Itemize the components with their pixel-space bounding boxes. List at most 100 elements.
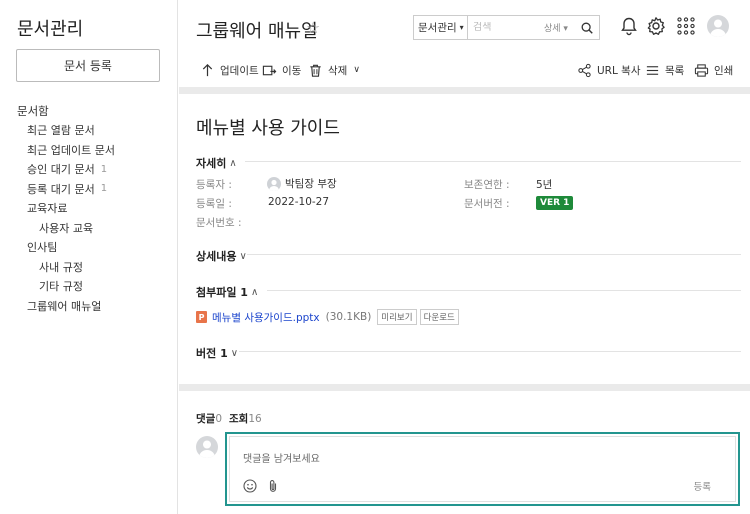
sidebar-item-label: 최근 업데이트 문서 [27, 143, 115, 157]
star-icon[interactable]: ☆ [306, 18, 320, 37]
comment-label: 댓글 [196, 413, 216, 425]
register-document-button[interactable]: 문서 등록 [16, 49, 160, 82]
sidebar-item[interactable]: 문서함 [0, 101, 178, 121]
sidebar-item-label: 등록 대기 문서 [27, 182, 95, 196]
chevron-down-icon: ∨ [230, 347, 239, 359]
gear-icon[interactable] [646, 16, 666, 36]
trash-icon [310, 64, 321, 77]
details-toggle[interactable]: 자세히 ∧ [196, 155, 237, 171]
arrow-up-icon [202, 63, 213, 76]
move-label: 이동 [282, 64, 302, 77]
delete-label: 삭제 [328, 64, 348, 77]
search-icon[interactable] [580, 21, 594, 35]
sidebar-item-label: 그룹웨어 매뉴얼 [27, 299, 102, 313]
sidebar-item-count: 1 [100, 163, 108, 175]
comment-editor[interactable]: 댓글을 남겨보세요 등록 [225, 432, 740, 506]
apps-grid-icon[interactable] [676, 16, 696, 36]
sidebar-item[interactable]: 등록 대기 문서 1 [0, 179, 178, 199]
sidebar-item[interactable]: 그룹웨어 매뉴얼 [0, 296, 178, 316]
search-scope-select[interactable]: 문서관리 ▾ [414, 16, 468, 39]
bell-icon[interactable] [619, 16, 639, 36]
divider [247, 254, 741, 255]
divider [179, 87, 750, 94]
sidebar-item[interactable]: 교육자료 [0, 199, 178, 219]
comment-input-area[interactable]: 댓글을 남겨보세요 등록 [229, 436, 736, 502]
page-title: 그룹웨어 매뉴얼 [196, 21, 318, 42]
avatar [196, 436, 218, 458]
sidebar-item[interactable]: 사내 규정 [0, 257, 178, 277]
delete-button[interactable]: 삭제 ∨ [308, 56, 360, 84]
emoji-icon[interactable] [243, 479, 257, 493]
list-icon [646, 65, 659, 75]
registrant-label: 등록자 : [196, 179, 232, 191]
sidebar-item-label: 기타 규정 [39, 280, 83, 294]
print-button[interactable]: 인쇄 [694, 56, 733, 84]
attachment-link[interactable]: 메뉴별 사용가이드.pptx [212, 310, 320, 325]
print-label: 인쇄 [714, 64, 734, 77]
retention-label: 보존연한 : [464, 179, 510, 191]
search-scope-label: 문서관리 [418, 22, 457, 34]
app-title: 문서관리 [17, 19, 84, 40]
sidebar-item[interactable]: 기타 규정 [0, 277, 178, 297]
comment-stats: 댓글0 조회16 [196, 411, 269, 426]
chevron-down-icon: ∨ [239, 250, 247, 262]
download-button[interactable]: 다운로드 [419, 309, 459, 325]
preview-button[interactable]: 미리보기 [377, 309, 417, 325]
sidebar-item-label: 문서함 [17, 103, 49, 118]
search-input[interactable] [468, 22, 544, 33]
pptx-file-icon: P [196, 311, 207, 323]
views-count: 16 [248, 413, 262, 425]
date-label: 등록일 : [196, 198, 232, 210]
version-badge: VER 1 [536, 196, 574, 210]
sidebar-item-label: 교육자료 [27, 202, 68, 216]
sidebar-item-count: 1 [100, 183, 108, 195]
search-detail-toggle[interactable]: 상세 ▾ [544, 21, 578, 34]
versions-label: 버전 1 [196, 347, 228, 360]
sidebar-item-label: 인사팀 [27, 241, 58, 255]
update-button[interactable]: 업데이트 [200, 56, 259, 84]
divider [179, 384, 750, 391]
comment-input[interactable]: 댓글을 남겨보세요 [243, 450, 320, 465]
update-label: 업데이트 [220, 64, 259, 77]
list-button[interactable]: 목록 [645, 56, 684, 84]
chevron-down-icon: ∨ [353, 65, 360, 75]
share-icon [578, 63, 591, 77]
chevron-up-icon: ∧ [229, 157, 237, 169]
sidebar-item-label: 승인 대기 문서 [27, 163, 95, 177]
printer-icon [694, 63, 709, 77]
search-box: 문서관리 ▾ 상세 ▾ [413, 15, 600, 40]
paperclip-icon[interactable] [266, 479, 280, 493]
move-button[interactable]: 이동 [262, 56, 301, 84]
sidebar-item[interactable]: 최근 업데이트 문서 [0, 140, 178, 160]
document-number-label: 문서번호 : [196, 217, 242, 229]
sidebar-item-label: 최근 열람 문서 [27, 124, 95, 138]
sidebar-nav: 문서함최근 열람 문서최근 업데이트 문서승인 대기 문서 1 등록 대기 문서 1 교… [0, 101, 178, 316]
document-title: 메뉴별 사용 가이드 [196, 118, 340, 139]
sidebar-item[interactable]: 사용자 교육 [0, 218, 178, 238]
attachment-item: P 메뉴별 사용가이드.pptx (30.1KB) 미리보기 다운로드 [196, 309, 462, 325]
retention-value: 5년 [536, 179, 553, 191]
sidebar-item-label: 사내 규정 [39, 260, 83, 274]
chevron-up-icon: ∧ [250, 286, 259, 298]
comment-count: 0 [215, 413, 223, 425]
comment-submit-button[interactable]: 등록 [694, 479, 711, 493]
chevron-down-icon: ▾ [459, 23, 464, 32]
main-content: 그룹웨어 매뉴얼 ☆ 문서관리 ▾ 상세 ▾ 업데이트 이동 삭제 ∨ [179, 0, 750, 514]
versions-toggle[interactable]: 버전 1 ∨ [196, 345, 238, 361]
version-label: 문서버전 : [464, 198, 510, 210]
user-avatar[interactable] [707, 15, 729, 37]
url-copy-button[interactable]: URL 복사 [577, 56, 641, 84]
sidebar-item[interactable]: 승인 대기 문서 1 [0, 160, 178, 180]
sidebar: 문서관리 문서 등록 문서함최근 열람 문서최근 업데이트 문서승인 대기 문서… [0, 0, 178, 514]
move-icon [262, 65, 277, 75]
sidebar-item[interactable]: 인사팀 [0, 238, 178, 258]
content-label: 상세내용 [196, 250, 237, 263]
divider [245, 161, 741, 162]
toolbar: 업데이트 이동 삭제 ∨ URL 복사 목록 인쇄 [179, 56, 750, 86]
registrant-value[interactable]: 박팀장 부장 [267, 176, 337, 191]
attachments-toggle[interactable]: 첨부파일 1 ∧ [196, 284, 258, 300]
avatar [267, 176, 281, 191]
list-label: 목록 [665, 64, 685, 77]
content-toggle[interactable]: 상세내용 ∨ [196, 248, 247, 264]
sidebar-item[interactable]: 최근 열람 문서 [0, 121, 178, 141]
